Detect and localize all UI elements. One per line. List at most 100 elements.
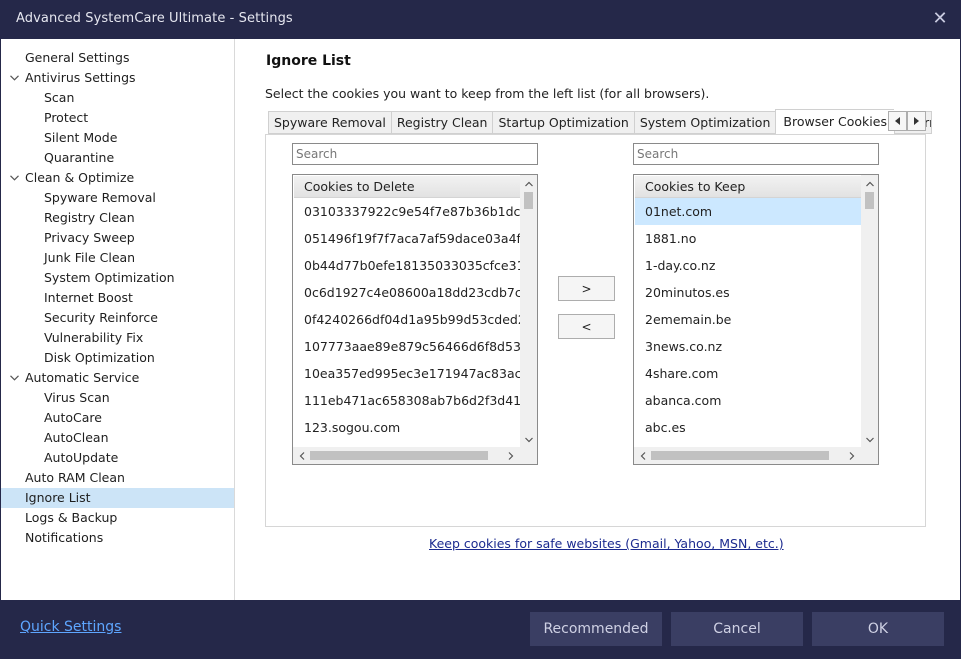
close-icon[interactable]: ✕ bbox=[929, 8, 951, 30]
list-item[interactable]: 01net.com bbox=[635, 198, 861, 225]
tab-system-optimization[interactable]: System Optimization bbox=[633, 111, 776, 134]
sidebar-item-label: Automatic Service bbox=[25, 370, 140, 385]
scroll-corner bbox=[520, 447, 537, 464]
sidebar-item-general-settings[interactable]: General Settings bbox=[1, 48, 234, 68]
chevron-down-icon[interactable] bbox=[8, 168, 20, 188]
sidebar-item-clean-optimize[interactable]: Clean & Optimize bbox=[1, 168, 234, 188]
list-item[interactable]: abanca.com bbox=[635, 387, 861, 414]
tab-browser-cookies[interactable]: Browser Cookies bbox=[775, 109, 894, 134]
sidebar-item-disk-optimization[interactable]: Disk Optimization bbox=[1, 348, 234, 368]
sidebar-item-security-reinforce[interactable]: Security Reinforce bbox=[1, 308, 234, 328]
scroll-up-button[interactable] bbox=[861, 175, 878, 192]
sidebar-item-logs-backup[interactable]: Logs & Backup bbox=[1, 508, 234, 528]
scroll-right-button[interactable] bbox=[502, 447, 519, 464]
ignore-list-tabs: Spyware Removal Registry Clean Startup Opt… bbox=[268, 109, 932, 134]
chevron-up-icon bbox=[865, 181, 874, 186]
sidebar-item-silent-mode[interactable]: Silent Mode bbox=[1, 128, 234, 148]
sidebar-item-ignore-list[interactable]: Ignore List bbox=[1, 488, 234, 508]
list-item[interactable]: 111eb471ac658308ab7b6d2f3d41ae8 bbox=[294, 387, 520, 414]
tab-scroll-left-button[interactable] bbox=[888, 111, 907, 131]
chevron-down-icon bbox=[865, 437, 874, 442]
list-item[interactable]: 10ea357ed995ec3e171947ac83ac705 bbox=[294, 360, 520, 387]
list-rows: 01net.com 1881.no 1-day.co.nz 20minutos.es 2… bbox=[635, 198, 861, 441]
tab-startup-optimization[interactable]: Startup Optimization bbox=[492, 111, 634, 134]
vertical-scrollbar[interactable] bbox=[520, 175, 537, 448]
chevron-up-icon bbox=[524, 181, 533, 186]
scroll-down-button[interactable] bbox=[861, 431, 878, 448]
chevron-down-icon bbox=[524, 437, 533, 442]
recommended-button[interactable]: Recommended bbox=[530, 612, 662, 646]
triangle-right-icon bbox=[914, 117, 919, 125]
scroll-up-button[interactable] bbox=[520, 175, 537, 192]
scroll-thumb[interactable] bbox=[651, 451, 829, 460]
list-column-header[interactable]: Cookies to Delete bbox=[294, 176, 520, 198]
scroll-thumb[interactable] bbox=[524, 192, 533, 209]
sidebar-item-antivirus-settings[interactable]: Antivirus Settings bbox=[1, 68, 234, 88]
keep-safe-cookies-link[interactable]: Keep cookies for safe websites (Gmail, Y… bbox=[429, 536, 784, 551]
sidebar-item-autoupdate[interactable]: AutoUpdate bbox=[1, 448, 234, 468]
sidebar-item-label: AutoClean bbox=[44, 430, 109, 445]
keep-list-search-input[interactable] bbox=[633, 143, 879, 165]
sidebar-item-label: Junk File Clean bbox=[44, 250, 136, 265]
vertical-scrollbar[interactable] bbox=[861, 175, 878, 448]
list-item[interactable]: 051496f19f7f7aca7af59dace03a4fc2.s bbox=[294, 225, 520, 252]
sidebar-item-label: AutoUpdate bbox=[44, 450, 119, 465]
sidebar-item-spyware-removal[interactable]: Spyware Removal bbox=[1, 188, 234, 208]
scroll-left-button[interactable] bbox=[293, 447, 310, 464]
sidebar-item-label: Privacy Sweep bbox=[44, 230, 135, 245]
scroll-corner bbox=[861, 447, 878, 464]
triangle-left-icon bbox=[895, 117, 900, 125]
sidebar-item-autocare[interactable]: AutoCare bbox=[1, 408, 234, 428]
sidebar-item-privacy-sweep[interactable]: Privacy Sweep bbox=[1, 228, 234, 248]
cancel-button[interactable]: Cancel bbox=[671, 612, 803, 646]
list-item[interactable]: 2ememain.be bbox=[635, 306, 861, 333]
list-item[interactable]: 1881.no bbox=[635, 225, 861, 252]
list-item[interactable]: 0c6d1927c4e08600a18dd23cdb7c23c bbox=[294, 279, 520, 306]
list-item[interactable]: 0b44d77b0efe18135033035cfce31f90 bbox=[294, 252, 520, 279]
cookies-to-delete-list[interactable]: Cookies to Delete 03103337922c9e54f7e87b… bbox=[292, 174, 538, 465]
list-column-header[interactable]: Cookies to Keep bbox=[635, 176, 861, 198]
sidebar-item-system-optimization[interactable]: System Optimization bbox=[1, 268, 234, 288]
sidebar-item-registry-clean[interactable]: Registry Clean bbox=[1, 208, 234, 228]
sidebar-item-automatic-service[interactable]: Automatic Service bbox=[1, 368, 234, 388]
list-item[interactable]: abc.es bbox=[635, 414, 861, 441]
sidebar-item-vulnerability-fix[interactable]: Vulnerability Fix bbox=[1, 328, 234, 348]
sidebar-item-quarantine[interactable]: Quarantine bbox=[1, 148, 234, 168]
move-to-delete-button[interactable]: < bbox=[558, 314, 615, 339]
list-item[interactable]: 3news.co.nz bbox=[635, 333, 861, 360]
chevron-down-icon[interactable] bbox=[8, 68, 20, 88]
horizontal-scrollbar[interactable] bbox=[293, 447, 537, 464]
scroll-right-button[interactable] bbox=[843, 447, 860, 464]
quick-settings-link[interactable]: Quick Settings bbox=[20, 619, 121, 635]
list-item[interactable]: 123.sogou.com bbox=[294, 414, 520, 441]
chevron-down-icon[interactable] bbox=[8, 368, 20, 388]
sidebar-item-scan[interactable]: Scan bbox=[1, 88, 234, 108]
list-item[interactable]: 0f4240266df04d1a95b99d53cded23b bbox=[294, 306, 520, 333]
sidebar-item-label: Spyware Removal bbox=[44, 190, 156, 205]
cookies-to-keep-list[interactable]: Cookies to Keep 01net.com 1881.no 1-day.co… bbox=[633, 174, 879, 465]
sidebar-item-auto-ram-clean[interactable]: Auto RAM Clean bbox=[1, 468, 234, 488]
scroll-down-button[interactable] bbox=[520, 431, 537, 448]
move-to-keep-button[interactable]: > bbox=[558, 276, 615, 301]
sidebar-item-internet-boost[interactable]: Internet Boost bbox=[1, 288, 234, 308]
scroll-thumb[interactable] bbox=[310, 451, 488, 460]
sidebar-item-virus-scan[interactable]: Virus Scan bbox=[1, 388, 234, 408]
sidebar-item-protect[interactable]: Protect bbox=[1, 108, 234, 128]
list-item[interactable]: 03103337922c9e54f7e87b36b1dca3f. bbox=[294, 198, 520, 225]
tab-registry-clean[interactable]: Registry Clean bbox=[390, 111, 493, 134]
delete-list-search-input[interactable] bbox=[292, 143, 538, 165]
list-item[interactable]: 20minutos.es bbox=[635, 279, 861, 306]
horizontal-scrollbar[interactable] bbox=[634, 447, 878, 464]
sidebar-item-junk-file-clean[interactable]: Junk File Clean bbox=[1, 248, 234, 268]
list-item[interactable]: 4share.com bbox=[635, 360, 861, 387]
tab-spyware-removal[interactable]: Spyware Removal bbox=[268, 111, 391, 134]
scroll-left-button[interactable] bbox=[634, 447, 651, 464]
scroll-thumb[interactable] bbox=[865, 192, 874, 209]
tab-scroll-right-button[interactable] bbox=[907, 111, 926, 131]
sidebar-item-autoclean[interactable]: AutoClean bbox=[1, 428, 234, 448]
sidebar-item-notifications[interactable]: Notifications bbox=[1, 528, 234, 548]
sidebar-item-label: Protect bbox=[44, 110, 89, 125]
list-item[interactable]: 1-day.co.nz bbox=[635, 252, 861, 279]
list-item[interactable]: 107773aae89e879c56466d6f8d53adf. bbox=[294, 333, 520, 360]
ok-button[interactable]: OK bbox=[812, 612, 944, 646]
